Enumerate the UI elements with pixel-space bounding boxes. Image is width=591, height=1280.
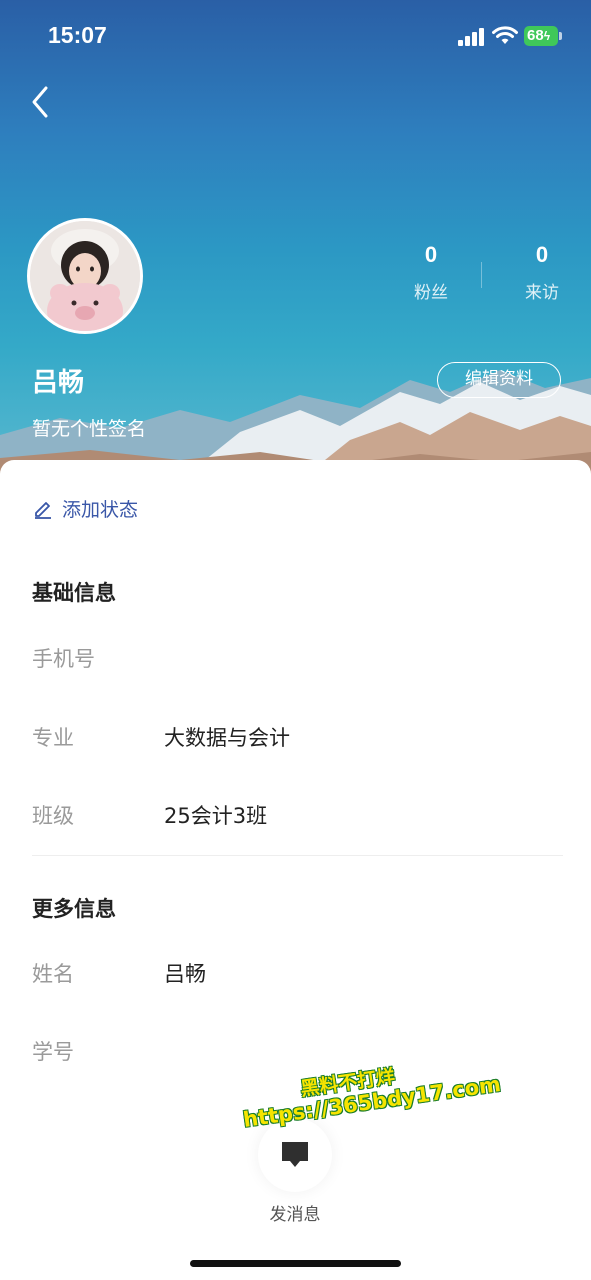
student-id-label: 学号: [32, 1040, 74, 1064]
mountain-landscape-image: [0, 370, 591, 480]
wifi-icon: [492, 26, 518, 44]
home-indicator: [190, 1260, 401, 1267]
pencil-icon: [35, 502, 51, 519]
message-icon: [282, 1142, 308, 1167]
avatar-image: [30, 221, 140, 331]
visitors-label: 来访: [525, 283, 559, 303]
name-value: 吕畅: [164, 962, 206, 986]
add-status-label: 添加状态: [62, 498, 139, 521]
edit-profile-button[interactable]: 编辑资料: [437, 362, 561, 398]
battery-tip: [559, 32, 562, 40]
stat-followers[interactable]: 0 粉丝: [391, 242, 471, 303]
user-signature: 暂无个性签名: [32, 418, 147, 440]
user-name: 吕畅: [32, 368, 85, 398]
back-chevron-icon: [32, 86, 48, 118]
back-button[interactable]: [26, 82, 62, 122]
class-value: 25会计3班: [164, 804, 268, 828]
add-status-button[interactable]: 添加状态: [32, 495, 138, 521]
signal-icon: [458, 28, 486, 46]
status-time: 15:07: [48, 22, 107, 48]
major-value: 大数据与会计: [164, 726, 290, 750]
battery-icon: 68ϟ: [524, 26, 558, 46]
section-divider: [32, 855, 563, 856]
followers-label: 粉丝: [414, 283, 448, 303]
stat-divider: [481, 262, 482, 288]
major-label: 专业: [32, 726, 74, 750]
name-label: 姓名: [32, 962, 74, 986]
profile-info-card: 添加状态 基础信息 手机号 专业 大数据与会计 班级 25会计3班 更多信息 姓…: [0, 460, 591, 1280]
phone-label: 手机号: [32, 647, 95, 671]
basic-info-title: 基础信息: [32, 581, 116, 605]
visitors-count: 0: [535, 242, 549, 267]
status-bar: 15:07 68ϟ: [0, 0, 591, 76]
battery-level: 68: [527, 27, 544, 44]
more-info-title: 更多信息: [32, 897, 116, 921]
class-label: 班级: [32, 804, 74, 828]
avatar[interactable]: [27, 218, 143, 334]
send-message-label: 发消息: [269, 1205, 321, 1225]
stat-visitors[interactable]: 0 来访: [502, 242, 582, 303]
followers-count: 0: [424, 242, 438, 267]
send-message-button[interactable]: [258, 1118, 332, 1192]
